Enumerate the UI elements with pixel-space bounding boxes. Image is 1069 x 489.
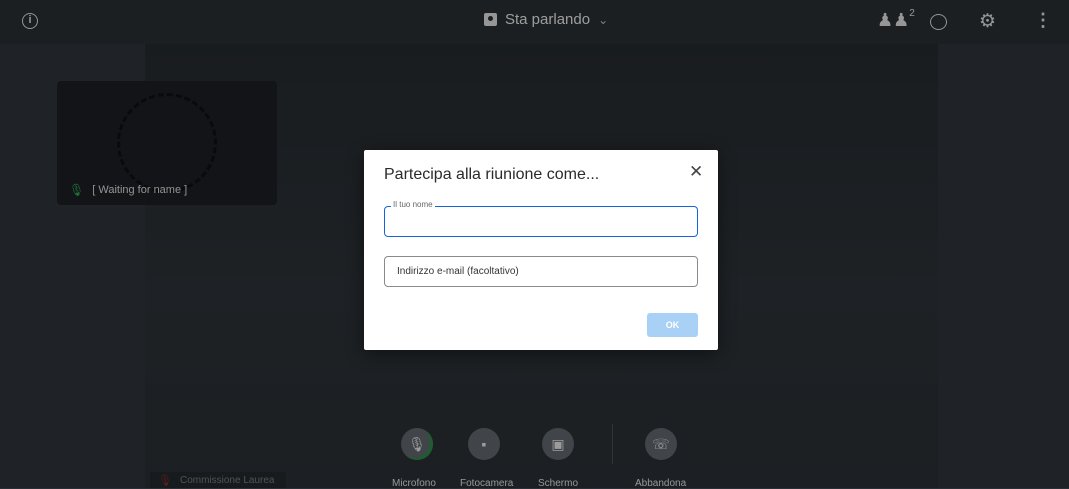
email-field[interactable] (384, 256, 698, 287)
join-meeting-dialog: Partecipa alla riunione come... ✕ Il tuo… (364, 150, 718, 350)
name-input[interactable] (385, 207, 697, 236)
close-icon[interactable]: ✕ (689, 162, 703, 182)
name-field-label: Il tuo nome (391, 200, 435, 209)
ok-button[interactable]: OK (647, 313, 698, 337)
email-input[interactable] (385, 257, 697, 286)
dialog-title: Partecipa alla riunione come... (384, 166, 600, 183)
name-field[interactable]: Il tuo nome (384, 200, 698, 237)
